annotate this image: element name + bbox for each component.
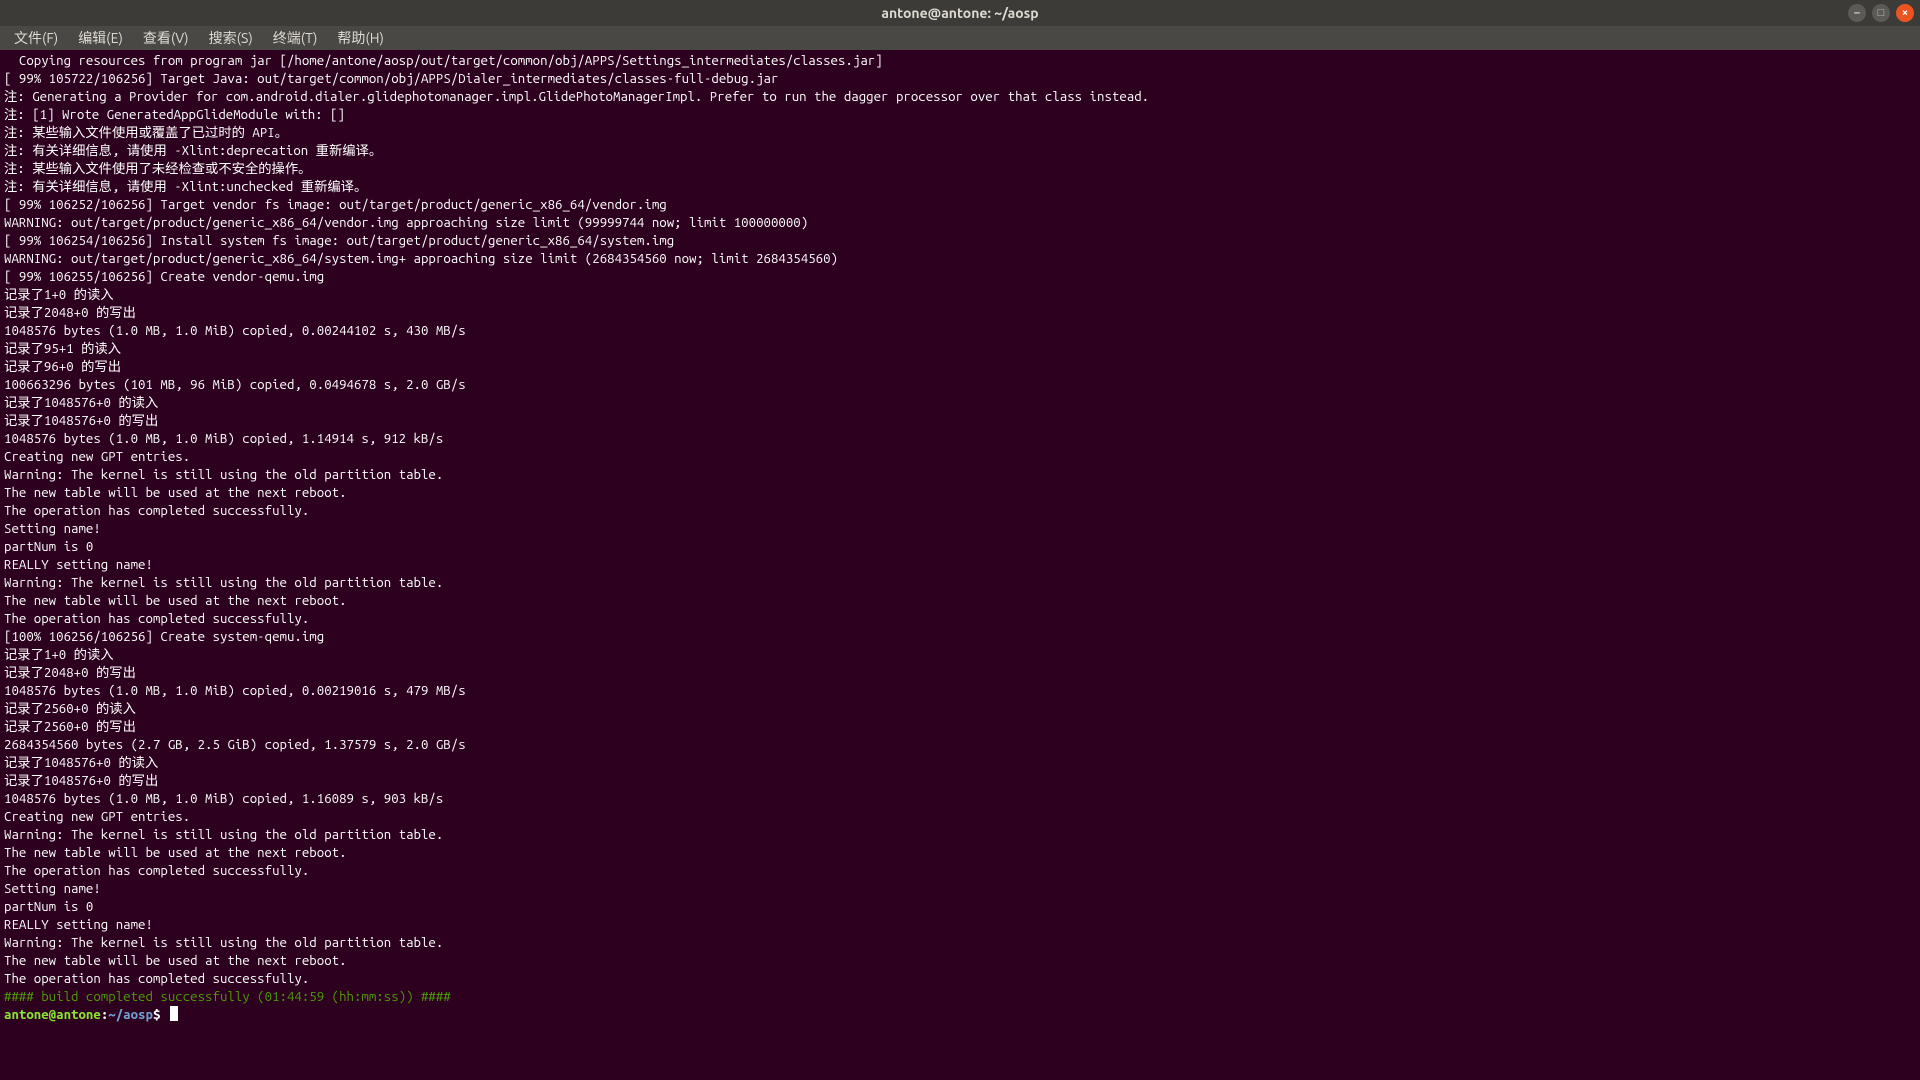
terminal-line: The new table will be used at the next r… xyxy=(4,952,1916,970)
terminal-line: Warning: The kernel is still using the o… xyxy=(4,466,1916,484)
terminal-line: 注: 有关详细信息, 请使用 -Xlint:unchecked 重新编译。 xyxy=(4,178,1916,196)
terminal-line: 记录了1048576+0 的读入 xyxy=(4,754,1916,772)
window-minimize-button[interactable]: – xyxy=(1848,4,1866,22)
terminal-line: Warning: The kernel is still using the o… xyxy=(4,826,1916,844)
prompt-user: antone@antone xyxy=(4,1007,101,1022)
terminal-line: Copying resources from program jar [/hom… xyxy=(4,52,1916,70)
terminal-line: REALLY setting name! xyxy=(4,556,1916,574)
terminal-output[interactable]: Copying resources from program jar [/hom… xyxy=(0,50,1920,1024)
terminal-line: 注: 某些输入文件使用或覆盖了已过时的 API。 xyxy=(4,124,1916,142)
terminal-line: REALLY setting name! xyxy=(4,916,1916,934)
menu-view[interactable]: 查看(V) xyxy=(133,28,199,48)
terminal-line: 记录了1048576+0 的写出 xyxy=(4,412,1916,430)
terminal-line: 1048576 bytes (1.0 MB, 1.0 MiB) copied, … xyxy=(4,790,1916,808)
terminal-line: The operation has completed successfully… xyxy=(4,970,1916,988)
window-controls: – □ × xyxy=(1848,4,1914,22)
terminal-line: 注: Generating a Provider for com.android… xyxy=(4,88,1916,106)
terminal-line: 记录了2048+0 的写出 xyxy=(4,304,1916,322)
terminal-line: The operation has completed successfully… xyxy=(4,502,1916,520)
terminal-line: The new table will be used at the next r… xyxy=(4,592,1916,610)
window-titlebar: antone@antone: ~/aosp – □ × xyxy=(0,0,1920,26)
terminal-line: The operation has completed successfully… xyxy=(4,862,1916,880)
terminal-line: 记录了1+0 的读入 xyxy=(4,286,1916,304)
terminal-line: Creating new GPT entries. xyxy=(4,448,1916,466)
terminal-line: Warning: The kernel is still using the o… xyxy=(4,574,1916,592)
terminal-line: 记录了2048+0 的写出 xyxy=(4,664,1916,682)
terminal-line: The new table will be used at the next r… xyxy=(4,484,1916,502)
prompt-symbol: $ xyxy=(153,1007,168,1022)
terminal-line: #### build completed successfully (01:44… xyxy=(4,988,1916,1006)
terminal-line: [100% 106256/106256] Create system-qemu.… xyxy=(4,628,1916,646)
terminal-line: 记录了1048576+0 的写出 xyxy=(4,772,1916,790)
terminal-line: 记录了2560+0 的读入 xyxy=(4,700,1916,718)
window-title: antone@antone: ~/aosp xyxy=(881,5,1038,21)
terminal-line: 记录了1048576+0 的读入 xyxy=(4,394,1916,412)
terminal-line: Creating new GPT entries. xyxy=(4,808,1916,826)
terminal-line: 100663296 bytes (101 MB, 96 MiB) copied,… xyxy=(4,376,1916,394)
terminal-line: WARNING: out/target/product/generic_x86_… xyxy=(4,214,1916,232)
window-maximize-button[interactable]: □ xyxy=(1872,4,1890,22)
window-close-button[interactable]: × xyxy=(1896,4,1914,22)
terminal-line: 1048576 bytes (1.0 MB, 1.0 MiB) copied, … xyxy=(4,430,1916,448)
terminal-line: 记录了2560+0 的写出 xyxy=(4,718,1916,736)
terminal-line: 记录了1+0 的读入 xyxy=(4,646,1916,664)
menu-search[interactable]: 搜索(S) xyxy=(199,28,263,48)
menu-edit[interactable]: 编辑(E) xyxy=(68,28,133,48)
terminal-line: 1048576 bytes (1.0 MB, 1.0 MiB) copied, … xyxy=(4,322,1916,340)
terminal-line: [ 99% 105722/106256] Target Java: out/ta… xyxy=(4,70,1916,88)
menu-terminal[interactable]: 终端(T) xyxy=(263,28,328,48)
terminal-line: [ 99% 106254/106256] Install system fs i… xyxy=(4,232,1916,250)
menu-bar: 文件(F) 编辑(E) 查看(V) 搜索(S) 终端(T) 帮助(H) xyxy=(0,26,1920,50)
terminal-line: 注: [1] Wrote GeneratedAppGlideModule wit… xyxy=(4,106,1916,124)
menu-file[interactable]: 文件(F) xyxy=(4,28,68,48)
terminal-line: 注: 某些输入文件使用了未经检查或不安全的操作。 xyxy=(4,160,1916,178)
terminal-line: 1048576 bytes (1.0 MB, 1.0 MiB) copied, … xyxy=(4,682,1916,700)
terminal-line: [ 99% 106255/106256] Create vendor-qemu.… xyxy=(4,268,1916,286)
terminal-line: 2684354560 bytes (2.7 GB, 2.5 GiB) copie… xyxy=(4,736,1916,754)
terminal-line: Setting name! xyxy=(4,520,1916,538)
cursor-icon xyxy=(170,1006,178,1021)
terminal-line: 记录了95+1 的读入 xyxy=(4,340,1916,358)
terminal-line: WARNING: out/target/product/generic_x86_… xyxy=(4,250,1916,268)
terminal-line: The operation has completed successfully… xyxy=(4,610,1916,628)
terminal-line: 记录了96+0 的写出 xyxy=(4,358,1916,376)
terminal-line: Warning: The kernel is still using the o… xyxy=(4,934,1916,952)
menu-help[interactable]: 帮助(H) xyxy=(327,28,394,48)
terminal-line: Setting name! xyxy=(4,880,1916,898)
terminal-line: 注: 有关详细信息, 请使用 -Xlint:deprecation 重新编译。 xyxy=(4,142,1916,160)
terminal-line: [ 99% 106252/106256] Target vendor fs im… xyxy=(4,196,1916,214)
prompt-path: ~/aosp xyxy=(108,1007,153,1022)
terminal-prompt[interactable]: antone@antone:~/aosp$ xyxy=(4,1006,1916,1024)
terminal-line: partNum is 0 xyxy=(4,538,1916,556)
terminal-line: The new table will be used at the next r… xyxy=(4,844,1916,862)
terminal-line: partNum is 0 xyxy=(4,898,1916,916)
